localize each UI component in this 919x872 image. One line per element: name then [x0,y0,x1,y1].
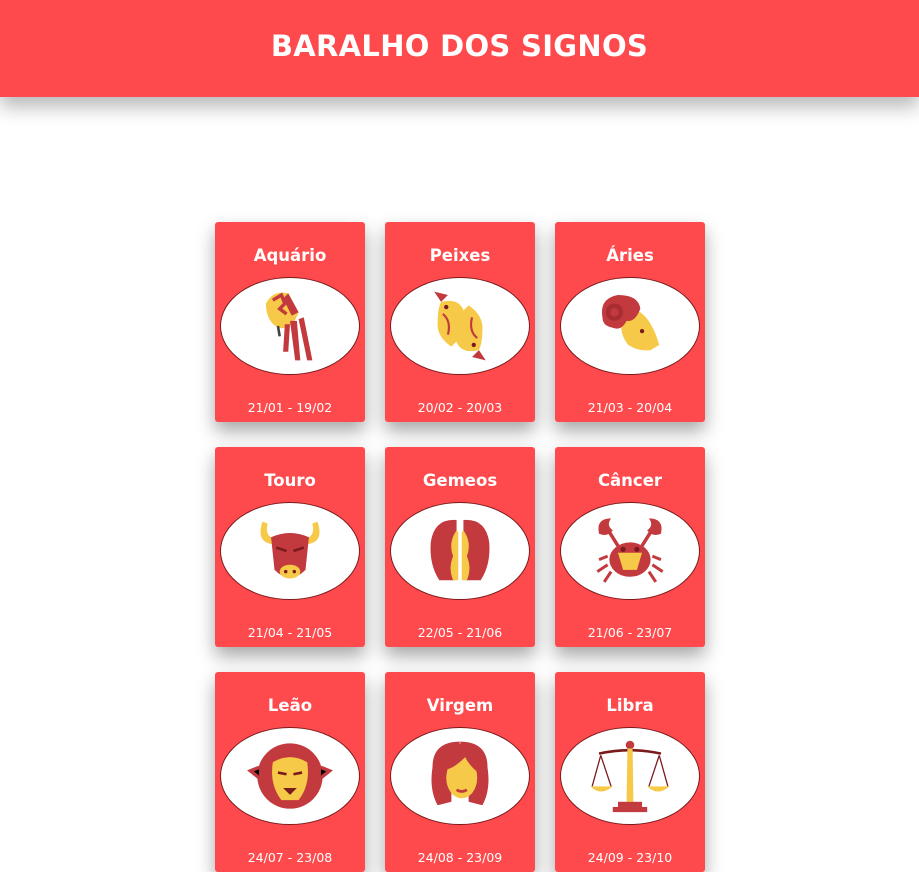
card-image [390,502,530,600]
card-dates: 24/08 - 23/09 [417,850,503,865]
card-title: Aquário [253,246,327,265]
cancer-icon [596,518,664,583]
card-image [560,727,700,825]
pisces-icon [434,291,486,361]
card-image [220,277,360,375]
card-image [220,502,360,600]
card-gemeos[interactable]: Gemeos 22/05 - 21/06 [385,447,535,647]
card-title: Câncer [597,471,663,490]
card-cancer[interactable]: Câncer 21/06 - 23/07 [555,447,705,647]
page-title: BARALHO DOS SIGNOS [270,28,649,63]
card-leao[interactable]: Leão 24/07 - 23/08 [215,672,365,872]
card-image [390,277,530,375]
card-dates: 21/04 - 21/05 [247,625,333,640]
card-aquario[interactable]: Aquário 21/01 - 19/02 [215,222,365,422]
leo-icon [247,743,333,809]
card-peixes[interactable]: Peixes 20/02 - 20/03 [385,222,535,422]
card-dates: 20/02 - 20/03 [417,400,503,415]
card-dates: 21/06 - 23/07 [587,625,673,640]
card-dates: 24/09 - 23/10 [587,850,673,865]
card-title: Gemeos [422,471,498,490]
card-title: Peixes [429,246,491,265]
card-title: Áries [606,246,654,265]
libra-icon [590,740,670,813]
zodiac-card-grid: Aquário 21/01 - 19/02 Peixes 20/02 - 20/… [215,222,705,872]
virgo-icon [431,741,489,806]
card-title: Leão [267,696,313,715]
card-libra[interactable]: Libra 24/09 - 23/10 [555,672,705,872]
card-dates: 24/07 - 23/08 [247,850,333,865]
card-dates: 21/01 - 19/02 [247,400,333,415]
gemini-icon [430,519,490,581]
aries-icon [601,295,660,351]
page-header: BARALHO DOS SIGNOS [0,0,919,97]
card-image [220,727,360,825]
card-virgem[interactable]: Virgem 24/08 - 23/09 [385,672,535,872]
card-image [560,277,700,375]
card-dates: 21/03 - 20/04 [587,400,673,415]
card-title: Libra [606,696,654,715]
aquarius-icon [265,292,313,361]
taurus-icon [260,521,320,579]
card-aries[interactable]: Áries 21/03 - 20/04 [555,222,705,422]
card-dates: 22/05 - 21/06 [417,625,503,640]
card-title: Touro [264,471,316,490]
card-touro[interactable]: Touro 21/04 - 21/05 [215,447,365,647]
card-title: Virgem [426,696,494,715]
card-image [560,502,700,600]
card-image [390,727,530,825]
